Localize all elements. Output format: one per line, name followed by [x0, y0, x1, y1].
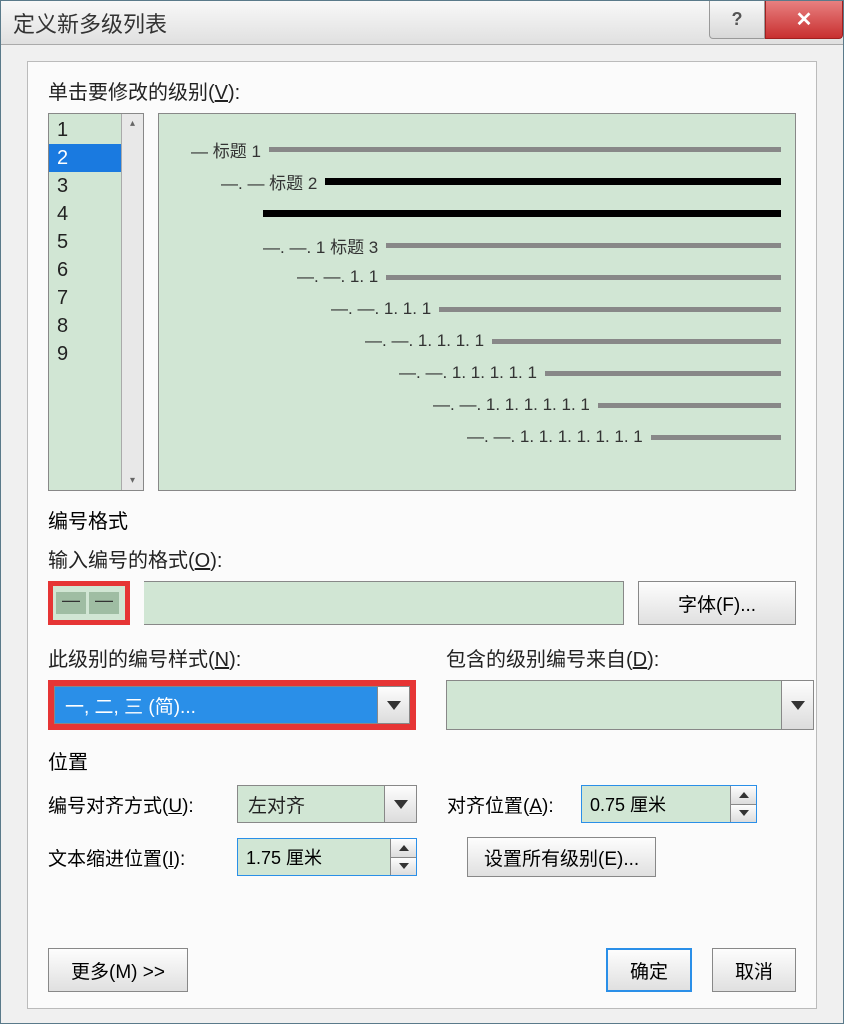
scroll-down-icon[interactable]: ▾	[130, 475, 135, 486]
preview-number: — 标题 1	[191, 137, 261, 162]
number-style-dropdown-button[interactable]	[377, 687, 409, 723]
include-text: 包含的级别编号来自	[446, 649, 626, 671]
level-listbox[interactable]: 123456789 ▴ ▾	[48, 113, 144, 491]
preview-number: —. — 标题 2	[221, 169, 317, 194]
indent-text: 文本缩进位置	[48, 849, 162, 870]
align-text: 编号对齐方式	[48, 796, 162, 817]
dialog-window: 定义新多级列表 ? ✕ 单击要修改的级别(V): 123456789 ▴ ▾ —…	[0, 0, 844, 1024]
preview-line: —. —. 1. 1. 1. 1. 1. 1. 1	[173, 426, 781, 448]
preview-bar	[598, 403, 781, 408]
include-label: 包含的级别编号来自(D):	[446, 643, 814, 672]
indent-label: 文本缩进位置(I):	[48, 844, 223, 871]
help-button[interactable]: ?	[709, 1, 765, 39]
style-accel: N	[215, 649, 229, 671]
preview-bar	[263, 210, 781, 217]
number-style-combo[interactable]: 一, 二, 三 (简)...	[54, 686, 410, 724]
preview-number: —. —. 1. 1. 1	[331, 299, 431, 319]
dialog-body: 单击要修改的级别(V): 123456789 ▴ ▾ — 标题 1 —. — 标题…	[27, 61, 817, 1009]
preview-number: —. —. 1 标题 3	[263, 233, 378, 258]
preview-bar	[386, 275, 781, 280]
style-highlight: 一, 二, 三 (简)...	[48, 680, 416, 730]
titlebar: 定义新多级列表 ? ✕	[1, 1, 843, 45]
format-input[interactable]	[144, 581, 624, 625]
chevron-down-icon	[791, 701, 805, 710]
chevron-up-icon	[399, 845, 409, 851]
scroll-up-icon[interactable]: ▴	[130, 118, 135, 129]
style-label: 此级别的编号样式(N):	[48, 643, 416, 672]
preview-line: —. — 标题 2	[173, 170, 781, 192]
align-pos-up[interactable]	[731, 786, 756, 805]
preview-number: —. —. 1. 1. 1. 1. 1. 1. 1	[467, 427, 643, 447]
format-field-part1[interactable]	[56, 592, 86, 614]
include-level-dropdown-button[interactable]	[781, 681, 813, 729]
preview-bar	[492, 339, 781, 344]
align-pos-spinner[interactable]: 0.75 厘米	[581, 785, 757, 823]
ok-button[interactable]: 确定	[606, 948, 692, 992]
cancel-button[interactable]: 取消	[712, 948, 796, 992]
chevron-down-icon	[399, 863, 409, 869]
preview-line: —. —. 1. 1. 1. 1. 1	[173, 362, 781, 384]
preview-bar	[439, 307, 781, 312]
align-pos-text: 对齐位置	[447, 796, 523, 817]
align-value: 左对齐	[238, 786, 384, 822]
set-all-levels-button[interactable]: 设置所有级别(E)...	[467, 837, 656, 877]
preview-bar	[651, 435, 781, 440]
click-level-accel: V	[215, 82, 228, 104]
preview-line: —. —. 1. 1. 1. 1	[173, 330, 781, 352]
font-button[interactable]: 字体(F)...	[638, 581, 796, 625]
preview-line: —. —. 1. 1. 1	[173, 298, 781, 320]
chevron-up-icon	[739, 792, 749, 798]
align-dropdown-button[interactable]	[384, 786, 416, 822]
align-pos-value: 0.75 厘米	[582, 786, 730, 822]
preview-number: —. —. 1. 1. 1. 1. 1	[399, 363, 537, 383]
preview-line: — 标题 1	[173, 138, 781, 160]
dialog-title: 定义新多级列表	[13, 7, 167, 39]
preview-number: —. —. 1. 1	[297, 267, 378, 287]
align-pos-down[interactable]	[731, 805, 756, 823]
preview-bar	[386, 243, 781, 248]
preview-line: —. —. 1 标题 3	[173, 234, 781, 256]
preview-line	[173, 202, 781, 224]
preview-number: —. —. 1. 1. 1. 1. 1. 1	[433, 395, 590, 415]
chevron-down-icon	[387, 701, 401, 710]
chevron-down-icon	[739, 810, 749, 816]
number-format-section: 编号格式	[48, 505, 796, 534]
enter-format-label: 输入编号的格式(O):	[48, 544, 796, 573]
position-section: 位置	[48, 746, 796, 775]
align-label: 编号对齐方式(U):	[48, 791, 223, 818]
align-pos-label: 对齐位置(A):	[447, 791, 567, 818]
more-button[interactable]: 更多(M) >>	[48, 948, 188, 992]
preview-bar	[269, 147, 781, 152]
align-pos-accel: A	[529, 796, 542, 817]
format-field-part2[interactable]	[89, 592, 119, 614]
preview-bar	[325, 178, 781, 185]
preview-line: —. —. 1. 1. 1. 1. 1. 1	[173, 394, 781, 416]
align-combo[interactable]: 左对齐	[237, 785, 417, 823]
indent-value: 1.75 厘米	[238, 839, 390, 875]
preview-bar	[545, 371, 781, 376]
indent-spinner[interactable]: 1.75 厘米	[237, 838, 417, 876]
indent-up[interactable]	[391, 839, 416, 858]
include-level-value	[447, 681, 781, 729]
preview-number: —. —. 1. 1. 1. 1	[365, 331, 484, 351]
number-style-value: 一, 二, 三 (简)...	[55, 687, 377, 723]
include-level-combo[interactable]	[446, 680, 814, 730]
preview-pane: — 标题 1 —. — 标题 2 —. —. 1 标题 3 —. —. 1. 1 —. …	[158, 113, 796, 491]
include-accel: D	[633, 649, 647, 671]
close-button[interactable]: ✕	[765, 1, 843, 39]
click-level-text: 单击要修改的级别	[48, 82, 208, 104]
click-level-label: 单击要修改的级别(V):	[48, 76, 796, 105]
enter-format-accel: O	[195, 550, 211, 572]
level-scrollbar[interactable]: ▴ ▾	[121, 114, 143, 490]
preview-line: —. —. 1. 1	[173, 266, 781, 288]
style-text: 此级别的编号样式	[48, 649, 208, 671]
format-highlight	[48, 581, 130, 625]
indent-accel: I	[168, 849, 173, 870]
enter-format-text: 输入编号的格式	[48, 550, 188, 572]
indent-down[interactable]	[391, 858, 416, 876]
align-accel: U	[168, 796, 182, 817]
chevron-down-icon	[394, 800, 408, 809]
